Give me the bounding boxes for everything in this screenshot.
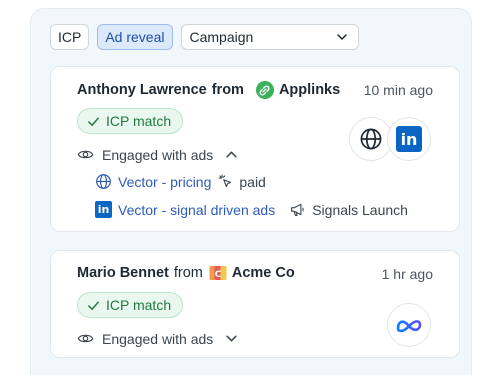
badge-label: ICP match bbox=[106, 113, 172, 129]
from-label: from bbox=[173, 265, 203, 281]
filter-ad-reveal-chip[interactable]: Ad reveal bbox=[97, 24, 173, 50]
linkedin-icon: in bbox=[95, 201, 112, 218]
cursor-click-icon bbox=[218, 174, 232, 188]
ad-link[interactable]: Vector - signal driven ads bbox=[118, 202, 275, 218]
linkedin-icon: in bbox=[396, 126, 422, 152]
meta-icon bbox=[396, 320, 422, 333]
chevron-down-icon bbox=[336, 34, 347, 40]
svg-text:C: C bbox=[215, 270, 222, 280]
ad-extra: Signals Launch bbox=[312, 201, 408, 218]
filter-icp-chip[interactable]: ICP bbox=[50, 24, 90, 50]
person-name[interactable]: Anthony Lawrence bbox=[77, 82, 207, 98]
check-icon bbox=[88, 301, 99, 310]
ad-link[interactable]: Vector - pricing bbox=[118, 174, 211, 190]
eye-icon bbox=[77, 334, 94, 343]
badge-label: ICP match bbox=[106, 297, 172, 313]
activity-card[interactable]: Anthony Lawrence from Applinks 10 min ag… bbox=[50, 66, 460, 232]
applinks-logo-icon bbox=[255, 81, 274, 99]
ad-row: Vector - pricing paid bbox=[95, 173, 266, 190]
timestamp: 1 hr ago bbox=[381, 266, 433, 282]
campaign-select-value: Campaign bbox=[189, 29, 254, 45]
acme-logo-icon: C bbox=[209, 265, 227, 281]
company-name[interactable]: Applinks bbox=[279, 82, 340, 98]
engaged-toggle[interactable]: Engaged with ads bbox=[77, 146, 238, 163]
person-name[interactable]: Mario Bennet bbox=[77, 265, 169, 281]
icp-match-badge: ICP match bbox=[77, 292, 184, 318]
card-header: Anthony Lawrence from Applinks bbox=[77, 81, 340, 99]
filter-bar: ICP Ad reveal Campaign bbox=[50, 24, 359, 50]
check-icon bbox=[88, 117, 99, 126]
engaged-label: Engaged with ads bbox=[102, 146, 214, 163]
linkedin-channel-badge: in bbox=[387, 117, 431, 161]
globe-icon bbox=[360, 128, 382, 150]
from-label: from bbox=[211, 82, 244, 98]
card-header: Mario Bennet from C Acme Co bbox=[77, 265, 295, 281]
timestamp: 10 min ago bbox=[363, 82, 433, 98]
icp-match-badge: ICP match bbox=[77, 108, 184, 134]
eye-icon bbox=[77, 150, 94, 159]
chevron-down-icon bbox=[226, 335, 237, 342]
globe-icon bbox=[96, 174, 111, 189]
company-name[interactable]: Acme Co bbox=[232, 265, 295, 281]
engaged-toggle[interactable]: Engaged with ads bbox=[77, 330, 238, 347]
campaign-select[interactable]: Campaign bbox=[180, 24, 359, 50]
activity-card[interactable]: Mario Bennet from C Acme Co 1 hr ago ICP… bbox=[50, 250, 460, 358]
ad-row: in Vector - signal driven ads Signals La… bbox=[95, 201, 408, 218]
megaphone-icon bbox=[291, 203, 304, 217]
meta-channel-badge bbox=[387, 303, 431, 347]
chevron-up-icon bbox=[226, 151, 237, 158]
ad-extra: paid bbox=[239, 173, 266, 190]
engaged-label: Engaged with ads bbox=[102, 330, 214, 347]
